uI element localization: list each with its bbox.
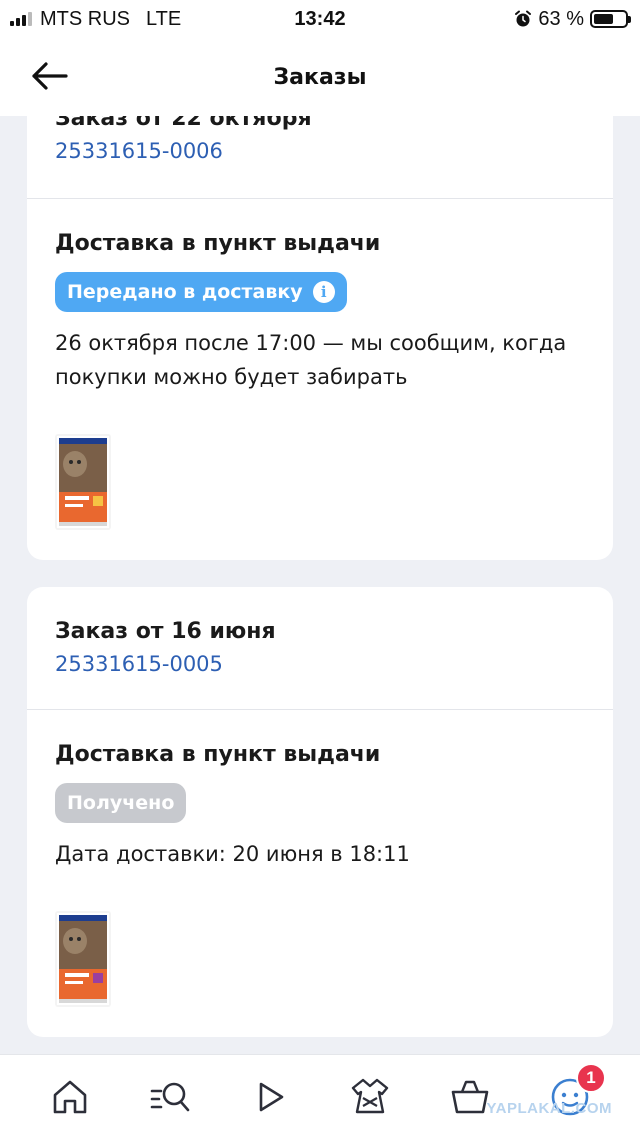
delivery-type: Доставка в пункт выдачи [55, 231, 381, 256]
delivery-type: Доставка в пункт выдачи [55, 742, 381, 767]
signal-icon [10, 12, 32, 26]
delivery-description: Дата доставки: 20 июня в 18:11 [55, 842, 410, 866]
tab-home[interactable] [46, 1073, 94, 1121]
tab-bar: 1 YAPLAKAL.COM [0, 1054, 640, 1139]
arrow-left-icon [32, 62, 68, 90]
order-body: Доставка в пункт выдачи Получено Дата до… [27, 742, 613, 1007]
cat-food-bag-icon [57, 436, 109, 528]
product-thumbnail[interactable] [55, 911, 111, 1007]
orders-list[interactable]: Заказ от 22 октября 25331615-0006 Достав… [0, 116, 640, 1054]
tab-video[interactable] [246, 1073, 294, 1121]
order-number-link[interactable]: 25331615-0005 [55, 652, 585, 676]
order-card[interactable]: Заказ от 16 июня 25331615-0005 Доставка … [27, 587, 613, 1037]
status-badge: Получено [55, 783, 187, 823]
notification-badge: 1 [576, 1063, 606, 1093]
order-body: Доставка в пункт выдачи Передано в доста… [27, 231, 613, 530]
catalog-search-icon [150, 1082, 190, 1112]
clothes-icon [351, 1078, 389, 1114]
order-number-link[interactable]: 25331615-0006 [55, 139, 585, 163]
play-icon [259, 1082, 284, 1112]
nav-bar: Заказы [0, 38, 640, 116]
order-title: Заказ от 22 октября [55, 116, 312, 131]
battery-percent: 63 % [538, 7, 584, 30]
status-bar: MTS RUS LTE 13:42 63 % [0, 0, 640, 38]
network-label: LTE [146, 7, 182, 30]
watermark: YAPLAKAL.COM [486, 1100, 612, 1117]
order-header: Заказ от 16 июня 25331615-0005 [27, 587, 613, 709]
status-badge[interactable]: Передано в доставку i [55, 272, 347, 312]
back-button[interactable] [28, 56, 70, 96]
order-title: Заказ от 16 июня [55, 619, 276, 644]
alarm-icon [515, 10, 532, 27]
status-left: MTS RUS LTE [10, 8, 181, 31]
battery-icon [590, 10, 631, 28]
product-thumbnail[interactable] [55, 434, 111, 530]
carrier-label: MTS RUS [40, 7, 130, 30]
order-header: Заказ от 22 октября 25331615-0006 [27, 116, 613, 198]
page-title: Заказы [273, 64, 367, 90]
tab-catalog[interactable] [146, 1073, 194, 1121]
tab-clothes[interactable] [346, 1073, 394, 1121]
info-icon[interactable]: i [312, 281, 335, 303]
battery-fill [594, 14, 613, 24]
divider [27, 709, 613, 710]
cat-food-bag-icon [57, 913, 109, 1005]
delivery-description: 26 октября после 17:00 — мы сообщим, ког… [55, 331, 567, 389]
home-icon [53, 1080, 87, 1114]
status-right: 63 % [514, 7, 631, 31]
order-card[interactable]: Заказ от 22 октября 25331615-0006 Достав… [27, 116, 613, 560]
basket-icon [451, 1080, 489, 1114]
status-label: Получено [67, 792, 175, 814]
divider [27, 198, 613, 199]
status-label: Передано в доставку [67, 281, 303, 303]
